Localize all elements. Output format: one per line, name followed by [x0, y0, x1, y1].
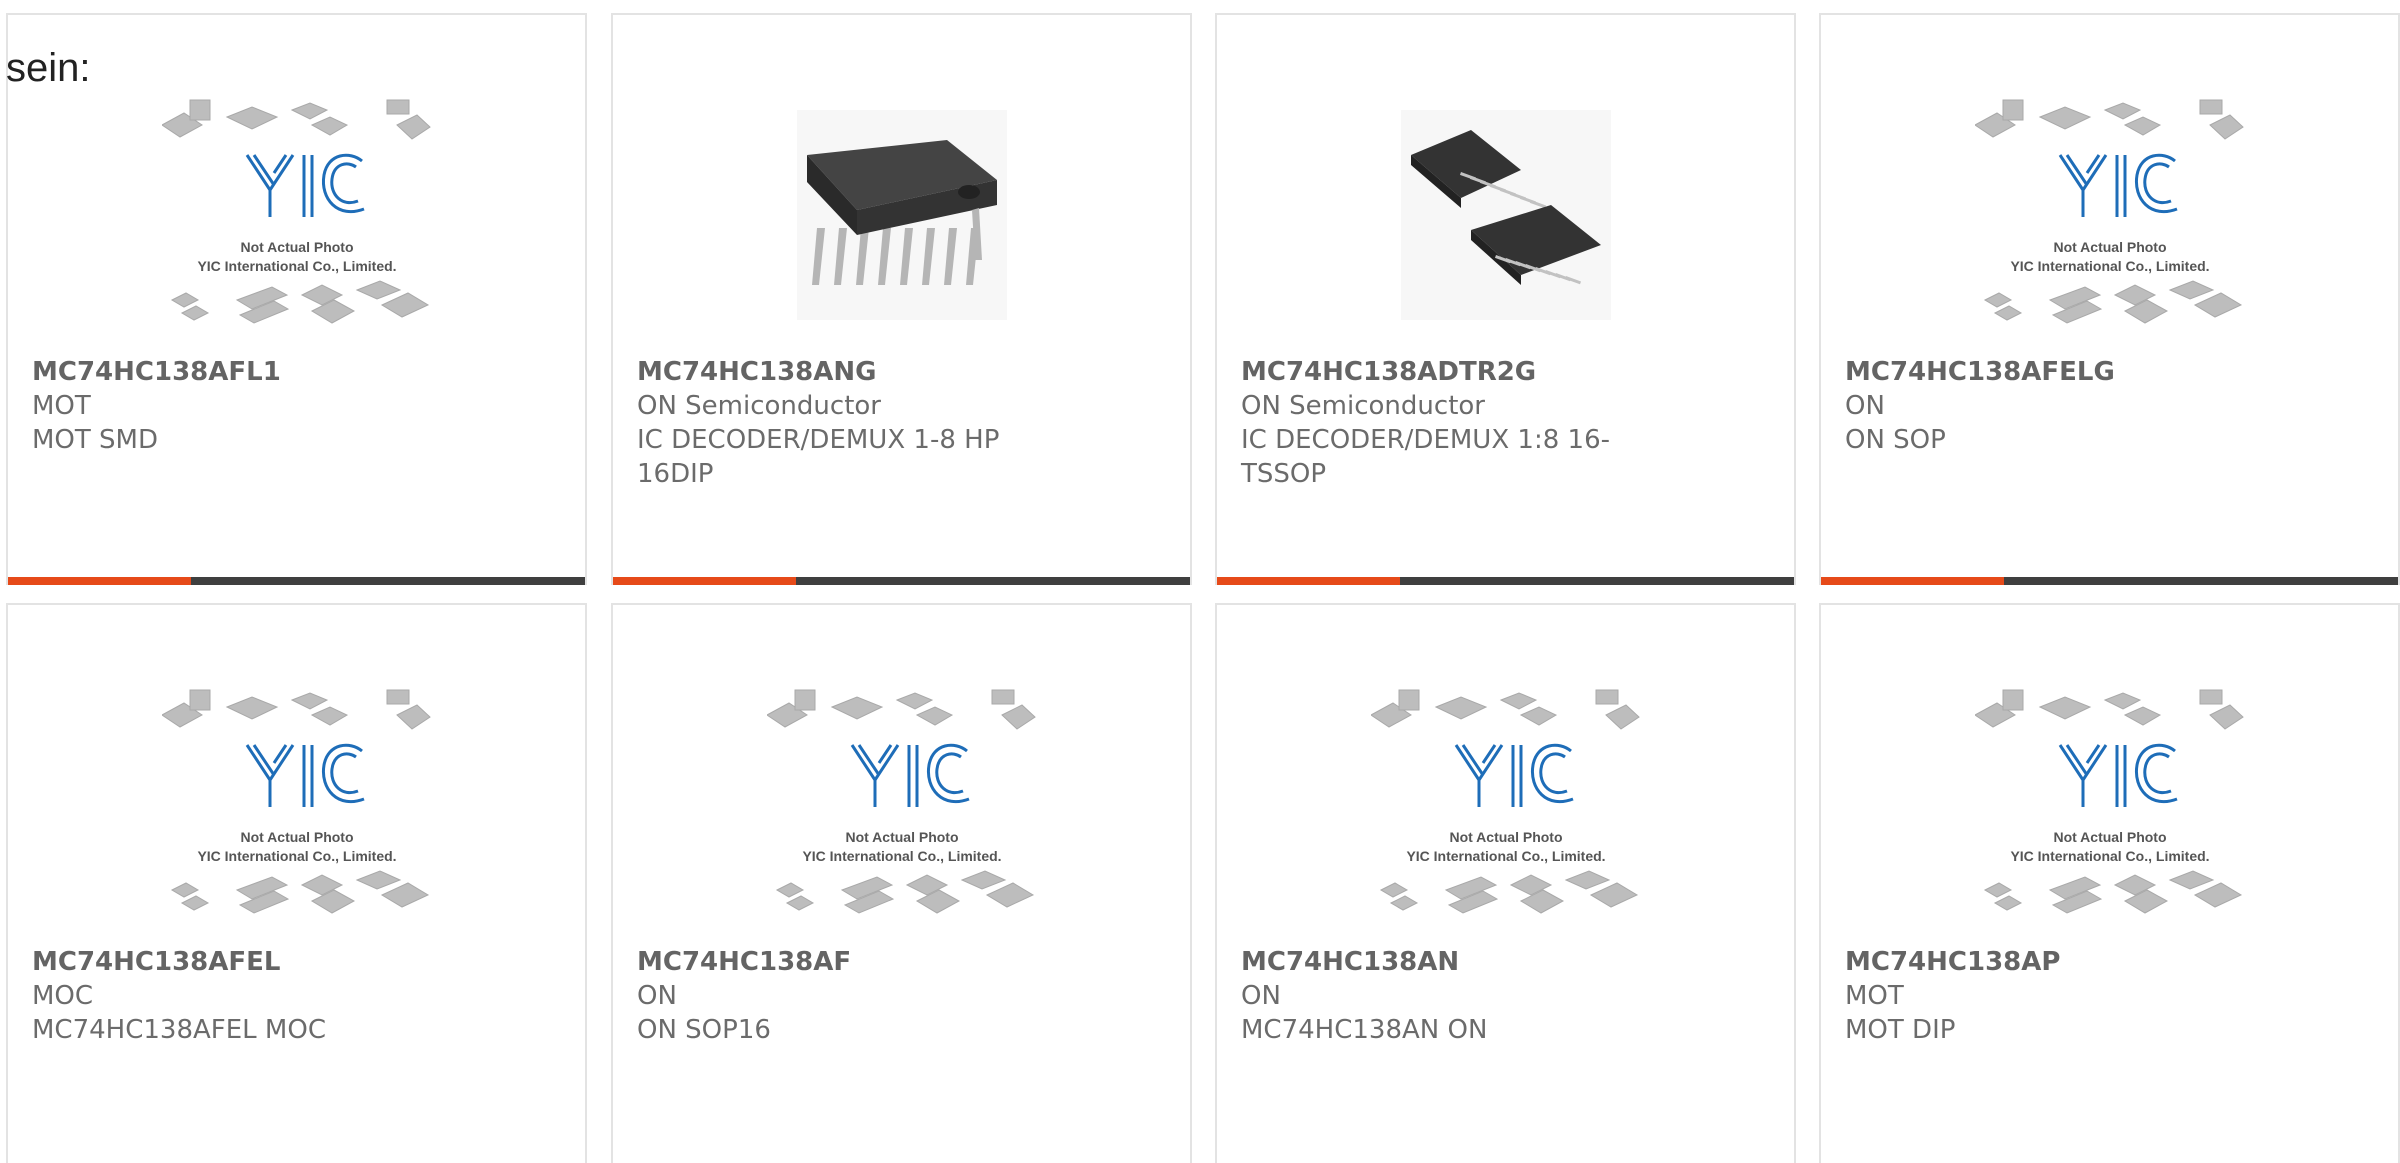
accent-bar — [1217, 577, 1400, 585]
card-bottom-bar — [1217, 577, 1794, 585]
product-image[interactable]: Not Actual Photo YIC International Co., … — [8, 689, 585, 920]
placeholder-line2: YIC International Co., Limited. — [2010, 848, 2209, 864]
product-image[interactable] — [1217, 100, 1794, 330]
product-image[interactable]: Not Actual Photo YIC International Co., … — [1821, 99, 2398, 330]
product-image[interactable] — [613, 100, 1190, 330]
part-number-link[interactable]: MC74HC138AFL1 — [32, 355, 561, 389]
product-image[interactable]: Not Actual Photo YIC International Co., … — [1217, 689, 1794, 920]
placeholder-line1: Not Actual Photo — [240, 829, 353, 845]
manufacturer: ON — [1241, 981, 1281, 1011]
placeholder-line1: Not Actual Photo — [2053, 829, 2166, 845]
description: IC DECODER/DEMUX 1-8 HP 16DIP — [637, 425, 1000, 489]
description: MC74HC138AN ON — [1241, 1015, 1488, 1045]
part-number-link[interactable]: MC74HC138ANG — [637, 355, 1166, 389]
placeholder-line1: Not Actual Photo — [1449, 829, 1562, 845]
card-bottom-bar — [8, 577, 585, 585]
dip16-chip-icon — [796, 110, 1007, 320]
manufacturer: MOT — [32, 391, 91, 421]
description: MOT DIP — [1845, 1015, 1956, 1045]
product-card[interactable]: Not Actual Photo YIC International Co., … — [611, 603, 1192, 1163]
manufacturer: MOT — [1845, 981, 1904, 1011]
product-image[interactable]: Not Actual Photo YIC International Co., … — [1821, 689, 2398, 920]
placeholder-logo-icon: Not Actual Photo YIC International Co., … — [1370, 689, 1640, 914]
description: MOT SMD — [32, 425, 159, 455]
card-bottom-bar — [613, 577, 1190, 585]
product-card[interactable]: Not Actual Photo YIC International Co., … — [1819, 13, 2400, 585]
accent-bar — [1821, 577, 2004, 585]
placeholder-line1: Not Actual Photo — [2053, 239, 2166, 255]
product-card[interactable]: MC74HC138ADTR2G ON Semiconductor IC DECO… — [1215, 13, 1796, 585]
placeholder-line2: YIC International Co., Limited. — [802, 848, 1001, 864]
placeholder-logo-icon: Not Actual Photo YIC International Co., … — [161, 689, 431, 914]
placeholder-logo-icon: Not Actual Photo YIC International Co., … — [1974, 689, 2244, 914]
placeholder-line1: Not Actual Photo — [240, 239, 353, 255]
placeholder-line2: YIC International Co., Limited. — [2010, 258, 2209, 274]
product-grid: Not Actual Photo YIC International Co., … — [0, 0, 2400, 1163]
product-card[interactable]: Not Actual Photo YIC International Co., … — [6, 13, 587, 585]
placeholder-line2: YIC International Co., Limited. — [1406, 848, 1605, 864]
accent-bar — [613, 577, 796, 585]
manufacturer: ON Semiconductor — [1241, 391, 1485, 421]
placeholder-line1: Not Actual Photo — [845, 829, 958, 845]
product-card[interactable]: Not Actual Photo YIC International Co., … — [1215, 603, 1796, 1163]
part-number-link[interactable]: MC74HC138AFELG — [1845, 355, 2374, 389]
product-card[interactable]: MC74HC138ANG ON Semiconductor IC DECODER… — [611, 13, 1192, 585]
placeholder-logo-icon: Not Actual Photo YIC International Co., … — [1974, 99, 2244, 324]
accent-bar — [8, 577, 191, 585]
part-number-link[interactable]: MC74HC138ADTR2G — [1241, 355, 1770, 389]
manufacturer: ON — [1845, 391, 1885, 421]
product-card[interactable]: Not Actual Photo YIC International Co., … — [1819, 603, 2400, 1163]
placeholder-logo-icon: Not Actual Photo YIC International Co., … — [161, 99, 431, 324]
placeholder-logo-icon: Not Actual Photo YIC International Co., … — [766, 689, 1036, 914]
product-card[interactable]: Not Actual Photo YIC International Co., … — [6, 603, 587, 1163]
placeholder-line2: YIC International Co., Limited. — [197, 258, 396, 274]
manufacturer: MOC — [32, 981, 94, 1011]
partial-heading: sein: — [6, 46, 91, 90]
placeholder-line2: YIC International Co., Limited. — [197, 848, 396, 864]
description: MC74HC138AFEL MOC — [32, 1015, 326, 1045]
description: ON SOP — [1845, 425, 1946, 455]
part-number-link[interactable]: MC74HC138AF — [637, 945, 1166, 979]
tssop16-chip-icon — [1400, 110, 1611, 320]
manufacturer: ON — [637, 981, 677, 1011]
card-bottom-bar — [1821, 577, 2398, 585]
description: ON SOP16 — [637, 1015, 771, 1045]
manufacturer: ON Semiconductor — [637, 391, 881, 421]
part-number-link[interactable]: MC74HC138AFEL — [32, 945, 561, 979]
part-number-link[interactable]: MC74HC138AP — [1845, 945, 2374, 979]
part-number-link[interactable]: MC74HC138AN — [1241, 945, 1770, 979]
product-image[interactable]: Not Actual Photo YIC International Co., … — [613, 689, 1190, 920]
description: IC DECODER/DEMUX 1:8 16-TSSOP — [1241, 425, 1610, 489]
product-image[interactable]: Not Actual Photo YIC International Co., … — [8, 99, 585, 330]
